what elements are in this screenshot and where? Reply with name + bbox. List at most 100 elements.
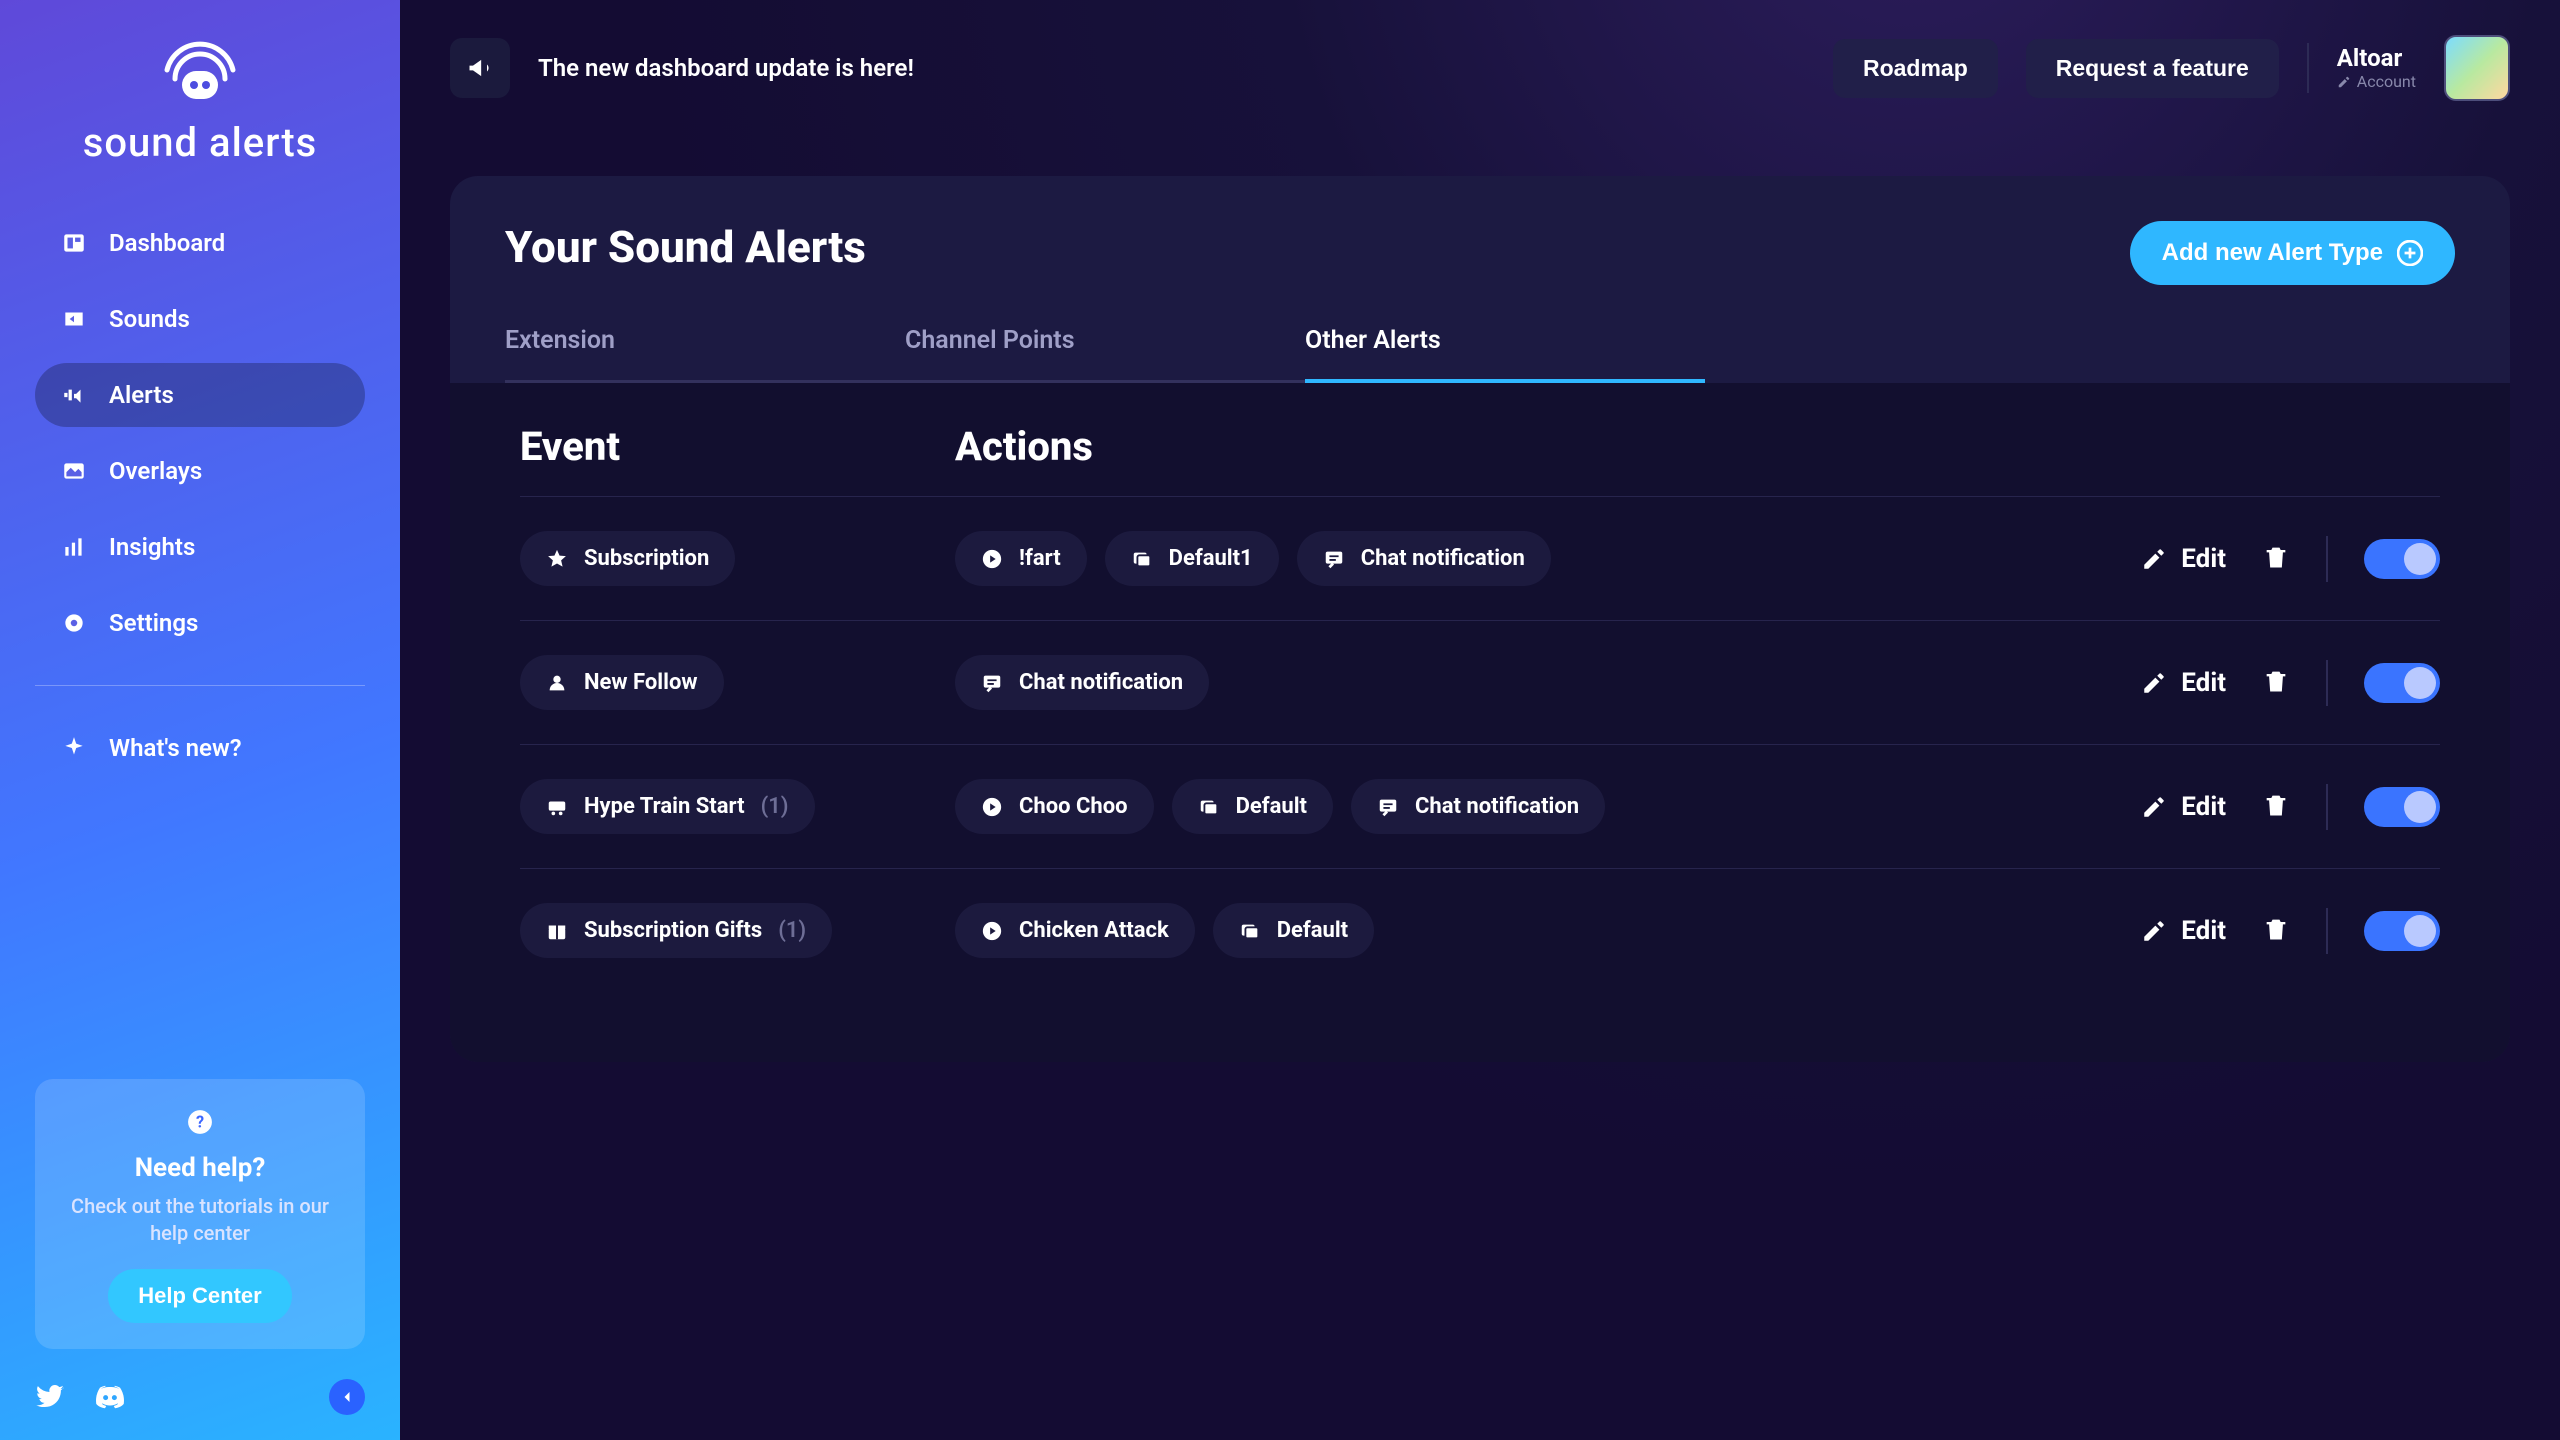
account-link[interactable]: Account xyxy=(2337,73,2416,91)
nav: Dashboard Sounds Alerts Overlays Insight… xyxy=(35,211,365,780)
topbar: The new dashboard update is here! Roadma… xyxy=(450,35,2510,101)
edit-button[interactable]: Edit xyxy=(2141,792,2226,822)
chat-icon xyxy=(1377,796,1399,818)
add-alert-type-button[interactable]: Add new Alert Type xyxy=(2130,221,2455,285)
sounds-icon xyxy=(61,306,87,332)
discord-icon[interactable] xyxy=(95,1382,125,1412)
help-icon: ? xyxy=(187,1109,213,1135)
sidebar-item-alerts[interactable]: Alerts xyxy=(35,363,365,427)
edit-icon xyxy=(2141,794,2167,820)
sidebar-item-label: Dashboard xyxy=(109,229,225,257)
event-chip[interactable]: Hype Train Start (1) xyxy=(520,779,815,834)
action-chip[interactable]: Chicken Attack xyxy=(955,903,1195,958)
sidebar-item-label: Alerts xyxy=(109,381,174,409)
action-label: !fart xyxy=(1019,546,1061,571)
help-center-button[interactable]: Help Center xyxy=(108,1269,291,1323)
separator xyxy=(2326,660,2328,706)
action-chip[interactable]: Chat notification xyxy=(1297,531,1551,586)
action-chip[interactable]: Chat notification xyxy=(955,655,1209,710)
chat-icon xyxy=(1323,548,1345,570)
insights-icon xyxy=(61,534,87,560)
sidebar-item-label: What's new? xyxy=(109,734,242,762)
play-icon xyxy=(981,920,1003,942)
help-title: Need help? xyxy=(59,1153,341,1183)
user-info[interactable]: Altoar Account xyxy=(2337,45,2416,91)
alerts-panel: Your Sound Alerts Extension Channel Poin… xyxy=(450,176,2510,1062)
dashboard-icon xyxy=(61,230,87,256)
action-chip[interactable]: Chat notification xyxy=(1351,779,1605,834)
separator xyxy=(2326,908,2328,954)
delete-button[interactable] xyxy=(2262,915,2290,947)
username: Altoar xyxy=(2337,45,2416,73)
sidebar-item-settings[interactable]: Settings xyxy=(35,591,365,655)
tab-channel-points[interactable]: Channel Points xyxy=(905,308,1305,383)
play-icon xyxy=(981,796,1003,818)
sidebar-item-overlays[interactable]: Overlays xyxy=(35,439,365,503)
table-row: Subscription Gifts(1) Chicken Attack Defau… xyxy=(520,868,2440,992)
trash-icon xyxy=(2262,543,2290,571)
action-label: Chat notification xyxy=(1019,670,1183,695)
event-chip[interactable]: New Follow xyxy=(520,655,724,710)
action-chip[interactable]: Default xyxy=(1213,903,1374,958)
roadmap-button[interactable]: Roadmap xyxy=(1833,39,1998,98)
action-chip[interactable]: Default xyxy=(1172,779,1333,834)
tab-other-alerts[interactable]: Other Alerts xyxy=(1305,308,1705,383)
action-chip[interactable]: Choo Choo xyxy=(955,779,1154,834)
event-label: Subscription xyxy=(584,546,709,571)
event-chip[interactable]: Subscription Gifts(1) xyxy=(520,903,832,958)
toggle[interactable] xyxy=(2364,539,2440,579)
sidebar-item-sounds[interactable]: Sounds xyxy=(35,287,365,351)
edit-icon xyxy=(2141,670,2167,696)
separator xyxy=(2307,43,2309,93)
action-chip[interactable]: Default1 xyxy=(1105,531,1279,586)
action-chip[interactable]: !fart xyxy=(955,531,1087,586)
collapse-sidebar-button[interactable] xyxy=(329,1379,365,1415)
event-count: (1) xyxy=(761,794,789,819)
edit-button[interactable]: Edit xyxy=(2141,544,2226,574)
announcement-text: The new dashboard update is here! xyxy=(538,54,914,82)
plus-circle-icon xyxy=(2397,240,2423,266)
sidebar-item-insights[interactable]: Insights xyxy=(35,515,365,579)
toggle[interactable] xyxy=(2364,911,2440,951)
main: The new dashboard update is here! Roadma… xyxy=(400,0,2560,1440)
twitter-icon[interactable] xyxy=(35,1382,65,1412)
tab-extension[interactable]: Extension xyxy=(505,308,905,383)
sparkle-icon xyxy=(61,735,87,761)
separator xyxy=(2326,536,2328,582)
table-row: New Follow Chat notification Edit xyxy=(520,620,2440,744)
delete-button[interactable] xyxy=(2262,667,2290,699)
event-label: Subscription Gifts xyxy=(584,918,762,943)
sidebar-item-label: Overlays xyxy=(109,457,202,485)
edit-icon xyxy=(2141,546,2167,572)
sidebar-item-label: Insights xyxy=(109,533,195,561)
delete-button[interactable] xyxy=(2262,543,2290,575)
event-icon xyxy=(546,920,568,942)
image-icon xyxy=(1131,548,1153,570)
avatar[interactable] xyxy=(2444,35,2510,101)
toggle[interactable] xyxy=(2364,663,2440,703)
edit-button[interactable]: Edit xyxy=(2141,668,2226,698)
edit-button[interactable]: Edit xyxy=(2141,916,2226,946)
chat-icon xyxy=(981,672,1003,694)
sidebar: sound alerts Dashboard Sounds Alerts Ove… xyxy=(0,0,400,1440)
event-chip[interactable]: Subscription xyxy=(520,531,735,586)
help-text: Check out the tutorials in our help cent… xyxy=(59,1193,341,1247)
trash-icon xyxy=(2262,915,2290,943)
panel-body: Event Actions Subscription !fart Default1 C… xyxy=(450,383,2510,1062)
table-row: Hype Train Start (1) Choo Choo Default Chat … xyxy=(520,744,2440,868)
event-label: Hype Train Start xyxy=(584,794,745,819)
sidebar-item-dashboard[interactable]: Dashboard xyxy=(35,211,365,275)
sidebar-item-whats-new[interactable]: What's new? xyxy=(35,716,365,780)
request-feature-button[interactable]: Request a feature xyxy=(2026,39,2279,98)
trash-icon xyxy=(2262,791,2290,819)
sidebar-item-label: Settings xyxy=(109,609,198,637)
toggle[interactable] xyxy=(2364,787,2440,827)
column-headings: Event Actions xyxy=(520,423,2440,470)
help-box: ? Need help? Check out the tutorials in … xyxy=(35,1079,365,1349)
action-label: Choo Choo xyxy=(1019,794,1128,819)
action-label: Chat notification xyxy=(1361,546,1525,571)
action-label: Default xyxy=(1277,918,1348,943)
event-icon xyxy=(546,796,568,818)
delete-button[interactable] xyxy=(2262,791,2290,823)
action-label: Default xyxy=(1236,794,1307,819)
